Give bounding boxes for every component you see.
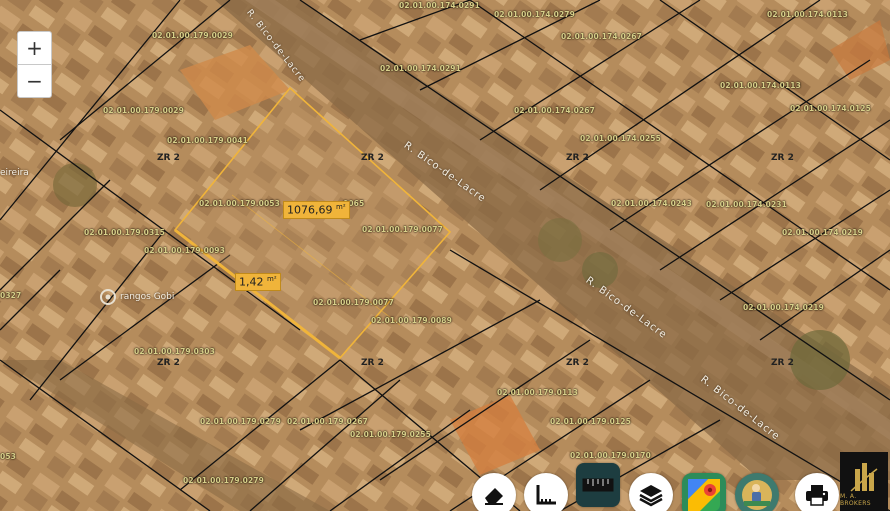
edge-unit: m²	[267, 275, 277, 283]
parcel-label: 02.01.00.174.0279	[494, 10, 575, 19]
measure-area-icon	[536, 485, 556, 505]
parcel-label: 02.01.00.174.0219	[743, 303, 824, 312]
building-logo-icon	[850, 463, 878, 492]
google-maps-button[interactable]	[682, 473, 726, 511]
zone-label: ZR 2	[157, 153, 180, 163]
parcel-label: 02.01.00.174.0219	[782, 228, 863, 237]
zone-label: ZR 2	[157, 358, 180, 368]
parcel-label: 02.01.00.174.0113	[767, 10, 848, 19]
brand-logo: M. A. BROKERS	[840, 452, 888, 511]
layers-icon	[639, 485, 663, 507]
parcel-label: 02.01.00.179.0267	[287, 417, 368, 426]
parcel-label: 02.01.00.179.0303	[134, 347, 215, 356]
parcel-label: 02.01.00.179.0315	[84, 228, 165, 237]
satellite-imagery	[0, 0, 890, 511]
print-button[interactable]	[795, 473, 839, 511]
parcel-label: 02.01.00.174.0267	[561, 32, 642, 41]
parcel-label: 02.01.00.179.0029	[152, 31, 233, 40]
parcel-label: 02.01.00.179.0077	[362, 225, 443, 234]
parcel-label: 02.01.00.174.0255	[580, 134, 661, 143]
area-measurement: 1076,69 m²	[283, 201, 350, 219]
poi-label-partial: eireira	[0, 168, 29, 178]
area-value: 1076,69	[287, 203, 333, 217]
print-icon	[806, 485, 828, 506]
measure-area-button[interactable]	[524, 473, 568, 511]
parcel-label: 02.01.00.179.0089	[371, 316, 452, 325]
layers-button[interactable]	[629, 473, 673, 511]
parcel-label: 02.01.00.174.0267	[514, 106, 595, 115]
zoom-out-button[interactable]: −	[18, 65, 51, 97]
eraser-button[interactable]	[472, 473, 516, 511]
street-view-icon	[742, 480, 772, 510]
parcel-label: 02.01.00.179.0279	[200, 417, 281, 426]
parcel-label: 02.01.00.174.0125	[790, 104, 871, 113]
edge-value: 1,42	[239, 275, 264, 289]
parcel-label: 02.01.00.179.0125	[550, 417, 631, 426]
ruler-button[interactable]	[576, 463, 620, 507]
parcel-label: 02.01.00.179.0053	[199, 199, 280, 208]
zoom-in-button[interactable]: +	[18, 32, 51, 65]
zone-label: ZR 2	[771, 153, 794, 163]
logo-text: M. A. BROKERS	[840, 493, 871, 507]
area-unit: m²	[336, 203, 346, 211]
map-view[interactable]: 02.01.00.174.0291 02.01.00.174.0279 02.0…	[0, 0, 890, 511]
google-maps-icon	[688, 479, 720, 511]
parcel-label: 053	[0, 452, 16, 461]
street-view-button[interactable]	[735, 473, 779, 511]
parcel-label: 0327	[0, 291, 22, 300]
parcel-label: 02.01.00.179.0077	[313, 298, 394, 307]
parcel-label: 02.01.00.179.0041	[167, 136, 248, 145]
zone-label: ZR 2	[771, 358, 794, 368]
zone-label: ZR 2	[566, 358, 589, 368]
parcel-label: 02.01.00.174.0231	[706, 200, 787, 209]
parcel-label: 02.01.00.174.0291	[399, 1, 480, 10]
parcel-label: 02.01.00.179.0255	[350, 430, 431, 439]
parcel-label: 02.01.00.179.0113	[497, 388, 578, 397]
edge-measurement: 1,42 m²	[235, 273, 281, 291]
parcel-label: 02.01.00.179.0093	[144, 246, 225, 255]
parcel-label: 02.01.00.174.0113	[720, 81, 801, 90]
poi-label[interactable]: rangos Gobi	[120, 292, 174, 302]
parcel-label: 02.01.00.179.0170	[570, 451, 651, 460]
parcel-label: 02.01.00.174.0243	[611, 199, 692, 208]
parcel-label: 02.01.00.179.0029	[103, 106, 184, 115]
zone-label: ZR 2	[361, 153, 384, 163]
zone-label: ZR 2	[361, 358, 384, 368]
eraser-icon	[485, 488, 503, 505]
ruler-icon	[582, 478, 614, 492]
parcel-label: 02.01.00.179.0279	[183, 476, 264, 485]
parcel-label: 02.01.00.174.0291	[380, 64, 461, 73]
zone-label: ZR 2	[566, 153, 589, 163]
zoom-control: + −	[17, 31, 52, 98]
